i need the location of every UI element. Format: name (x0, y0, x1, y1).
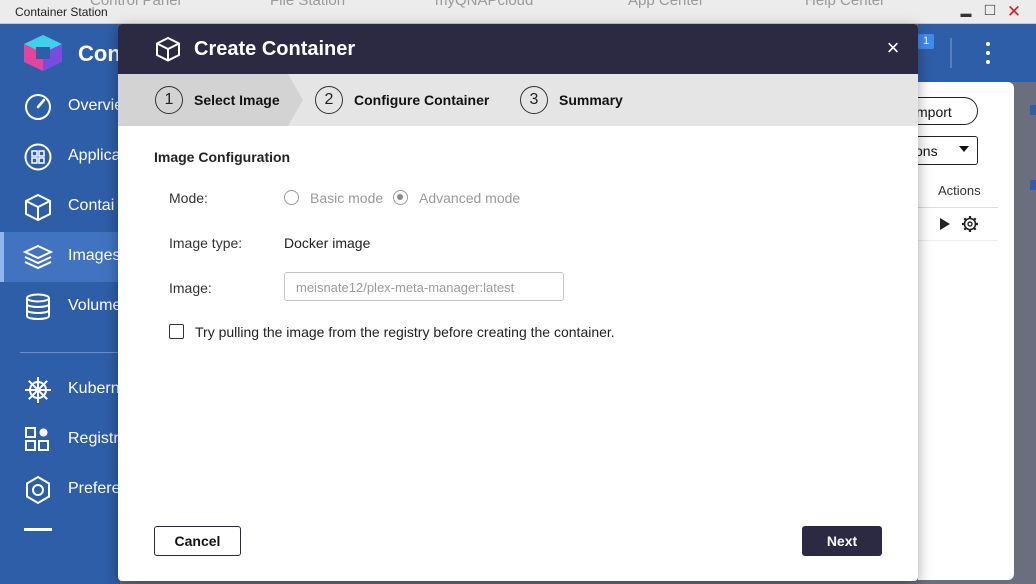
image-input-value: meisnate12/plex-meta-manager:latest (296, 280, 515, 295)
sidebar-item-containers[interactable]: Contai (0, 182, 120, 232)
background-tab-app-center: App Center (628, 0, 704, 9)
sidebar-more-icon (24, 528, 52, 531)
sidebar-item-label: Prefere (68, 480, 121, 497)
background-header (918, 24, 1036, 82)
sidebar: Con Overvie Applica Contai Images Volume… (0, 24, 124, 584)
background-edge (1030, 105, 1036, 115)
sidebar-item-images[interactable]: Images (0, 232, 120, 282)
gauge-icon (25, 94, 51, 120)
background-tab-file-station: File Station (270, 0, 346, 9)
helm-icon (25, 377, 51, 403)
sidebar-item-preferences[interactable]: Prefere (0, 465, 120, 515)
sidebar-item-label: Images (68, 247, 121, 264)
step-label: Select Image (194, 92, 280, 108)
image-type-value: Docker image (284, 235, 371, 251)
header-divider (950, 38, 952, 68)
sidebar-item-label: Volume (68, 297, 122, 314)
sidebar-item-label: Applica (68, 147, 121, 164)
actions-column-header: Actions (918, 176, 998, 208)
image-type-label: Image type: (169, 235, 243, 251)
sidebar-divider (20, 352, 120, 353)
play-icon[interactable] (940, 218, 950, 230)
registry-grid-icon (25, 427, 49, 451)
cube-icon (25, 193, 51, 222)
cube-icon (156, 36, 180, 62)
sidebar-item-label: Kubern (68, 380, 120, 397)
container-station-logo (24, 35, 62, 71)
wizard-steps: 1 Select Image 2 Configure Container 3 S… (118, 74, 918, 126)
image-label: Image: (169, 280, 212, 296)
close-dialog-button[interactable]: × (884, 37, 902, 59)
notification-badge: 1 (918, 34, 934, 49)
more-options-icon[interactable] (985, 42, 991, 64)
sidebar-item-kubernetes[interactable]: Kubern (0, 365, 120, 415)
advanced-mode-radio[interactable] (393, 190, 408, 205)
basic-mode-radio[interactable] (284, 190, 299, 205)
step-number: 3 (520, 86, 548, 114)
close-window-button[interactable]: ✕ (1005, 2, 1023, 21)
sidebar-item-label: Overvie (68, 97, 124, 114)
window-titlebar: Container Station Control Panel File Sta… (0, 0, 1036, 24)
step-configure-container: 2 Configure Container (315, 74, 489, 126)
image-input[interactable]: meisnate12/plex-meta-manager:latest (284, 272, 564, 301)
table-row (918, 208, 998, 241)
create-container-dialog: Create Container × 1 Select Image 2 Conf… (118, 24, 918, 581)
background-edge (1030, 180, 1036, 190)
radio-selected-dot (397, 194, 403, 200)
background-tab-control-panel: Control Panel (90, 0, 181, 9)
layers-icon (23, 244, 53, 270)
database-icon (26, 293, 50, 320)
section-title: Image Configuration (154, 149, 291, 165)
background-tab-help-center: Help Center (805, 0, 886, 9)
cancel-button[interactable]: Cancel (154, 526, 241, 556)
settings-gear-icon[interactable] (961, 215, 979, 233)
mode-label: Mode: (169, 190, 208, 206)
sidebar-item-overview[interactable]: Overvie (0, 82, 124, 132)
sidebar-item-applications[interactable]: Applica (0, 132, 120, 182)
minimize-button[interactable]: ▬ (957, 5, 975, 23)
sidebar-item-label: Registr (68, 430, 119, 447)
advanced-mode-label: Advanced mode (419, 190, 521, 206)
basic-mode-label: Basic mode (310, 190, 384, 206)
background-tab-myqnapcloud: myQNAPcloud (435, 0, 534, 9)
sidebar-item-registry[interactable]: Registr (0, 415, 120, 465)
import-label: mport (916, 104, 952, 120)
step-summary: 3 Summary (520, 74, 623, 126)
app-name: Con (78, 41, 121, 66)
sidebar-item-volumes[interactable]: Volume (0, 282, 122, 332)
step-select-image: 1 Select Image (155, 74, 280, 126)
step-number: 2 (315, 86, 343, 114)
next-button[interactable]: Next (802, 526, 882, 556)
maximize-button[interactable]: □ (981, 0, 999, 19)
apps-grid-icon (24, 143, 52, 171)
pull-image-checkbox[interactable] (169, 324, 184, 339)
actions-dropdown-label: ons (915, 143, 938, 159)
dialog-title: Create Container (194, 38, 356, 60)
chevron-down-icon (959, 146, 969, 152)
dialog-header: Create Container × (118, 24, 918, 74)
step-number: 1 (155, 86, 183, 114)
actions-header-label: Actions (938, 183, 981, 198)
pull-image-label: Try pulling the image from the registry … (195, 324, 615, 340)
sidebar-item-label: Contai (68, 197, 115, 214)
step-label: Summary (559, 92, 623, 108)
step-label: Configure Container (354, 92, 490, 108)
gear-icon (26, 475, 50, 505)
